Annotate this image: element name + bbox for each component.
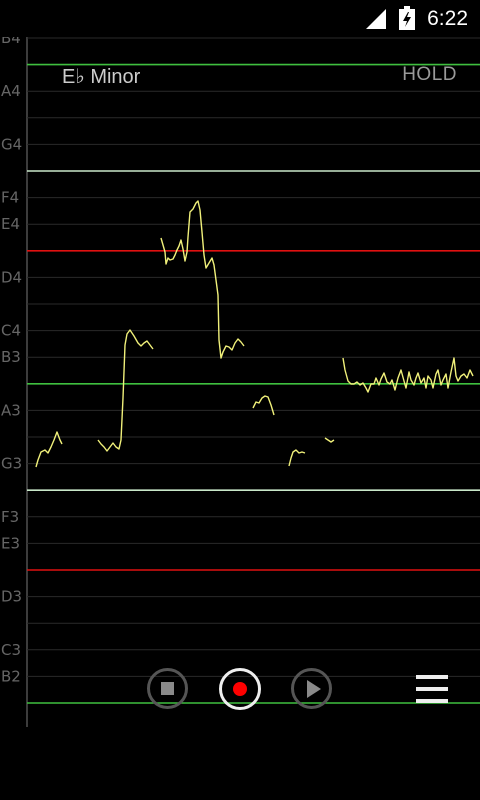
note-label: B2 <box>1 667 21 685</box>
stop-button[interactable] <box>147 668 188 709</box>
note-label: F4 <box>1 189 19 207</box>
note-label: E4 <box>1 215 20 233</box>
note-label: D4 <box>1 268 22 286</box>
pitch-trace-segment <box>97 329 154 452</box>
note-label: G4 <box>1 135 22 153</box>
hold-button[interactable]: HOLD <box>402 64 457 86</box>
pitch-trace-segment <box>342 357 474 393</box>
note-label: B4 <box>1 37 21 47</box>
record-button[interactable] <box>219 668 261 710</box>
stop-icon <box>161 682 174 695</box>
pitch-graph-canvas[interactable]: B4 A4 G4 F4 E4 D4 C4 B3 A3 G3 F3 E3 D3 C3 B2 <box>0 37 480 727</box>
status-time: 6:22 <box>427 7 468 30</box>
play-button[interactable] <box>291 668 332 709</box>
menu-icon <box>416 675 448 679</box>
battery-charging-icon <box>399 6 415 30</box>
status-bar: 6:22 <box>0 0 480 37</box>
menu-button[interactable] <box>414 673 450 705</box>
note-label: B3 <box>1 348 21 366</box>
pitch-graph[interactable]: B4 A4 G4 F4 E4 D4 C4 B3 A3 G3 F3 E3 D3 C3 B2 <box>0 37 480 727</box>
note-label: C4 <box>1 322 21 340</box>
signal-icon <box>366 9 386 29</box>
note-label: F3 <box>1 508 19 526</box>
key-signature-label[interactable]: E♭ Minor <box>62 64 140 89</box>
note-label: G3 <box>1 455 22 473</box>
note-label: C3 <box>1 641 21 659</box>
pitch-trace-segment <box>252 395 275 416</box>
record-icon <box>233 682 247 696</box>
note-label: E3 <box>1 534 20 552</box>
pitch-trace-segment <box>324 437 335 443</box>
note-label: A3 <box>1 401 21 419</box>
note-label: A4 <box>1 82 21 100</box>
bottom-empty-area <box>0 727 480 800</box>
note-label: D3 <box>1 588 22 606</box>
play-icon <box>307 680 321 698</box>
